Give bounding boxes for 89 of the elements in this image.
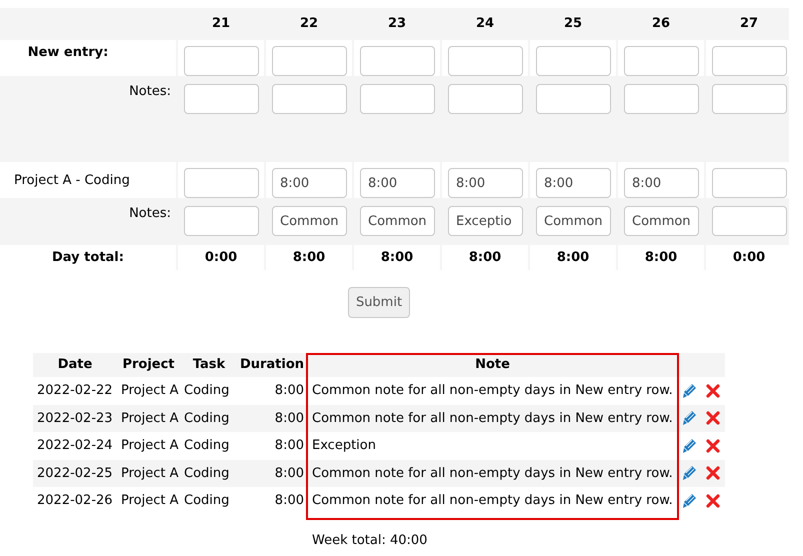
table-cell: 8:00	[274, 438, 304, 454]
table-cell: Common note for all non-empty days in New entry row.	[312, 466, 673, 481]
hours-field[interactable]	[712, 46, 787, 76]
table-cell: Coding	[184, 383, 230, 398]
week-total: Week total: 40:00	[312, 532, 428, 548]
notes-field[interactable]	[184, 84, 259, 114]
notes-field[interactable]	[184, 206, 259, 236]
table-cell: Coding	[184, 466, 230, 481]
notes-label: Notes:	[129, 84, 171, 99]
day-header: 26	[650, 15, 672, 33]
notes-field[interactable]: Common	[272, 206, 347, 236]
column-header: Note	[475, 357, 510, 372]
hours-field[interactable]	[536, 46, 611, 76]
day-header: 23	[386, 15, 408, 33]
notes-label: Notes:	[129, 206, 171, 221]
notes-field[interactable]: Common	[536, 206, 611, 236]
hours-field[interactable]: 8:00	[360, 168, 435, 198]
table-cell: Common note for all non-empty days in New entry row.	[312, 410, 673, 426]
hours-field[interactable]: 8:00	[624, 168, 699, 198]
hours-field[interactable]	[624, 46, 699, 76]
table-cell: Common note for all non-empty days in New entry row.	[312, 493, 673, 508]
notes-field[interactable]	[712, 206, 787, 236]
hours-field[interactable]	[360, 46, 435, 76]
table-cell: 2022-02-25	[37, 466, 113, 481]
table-cell: Coding	[184, 493, 230, 508]
day-header: 21	[210, 15, 232, 33]
notes-field[interactable]	[624, 84, 699, 114]
table-cell: 2022-02-23	[37, 410, 113, 426]
table-cell: Coding	[184, 410, 230, 426]
table-cell: 8:00	[274, 466, 304, 481]
notes-field[interactable]	[360, 84, 435, 114]
notes-field[interactable]	[272, 84, 347, 114]
pencil-icon[interactable]	[682, 382, 696, 399]
day-total: 8:00	[442, 245, 528, 270]
table-cell: 8:00	[274, 410, 304, 426]
notes-field[interactable]	[536, 84, 611, 114]
day-total: 8:00	[618, 245, 704, 270]
notes-field[interactable]: Common	[624, 206, 699, 236]
column-header: Duration	[240, 357, 304, 372]
delete-icon[interactable]	[706, 438, 720, 453]
column-header: Project	[122, 357, 175, 372]
column-header: Date	[58, 357, 92, 372]
day-header: 24	[474, 15, 496, 33]
table-cell: Project A	[121, 410, 179, 426]
hours-field[interactable]	[448, 46, 523, 76]
notes-field[interactable]	[448, 84, 523, 114]
day-total: 0:00	[706, 245, 792, 270]
table-cell: Common note for all non-empty days in New entry row.	[312, 383, 673, 398]
delete-icon[interactable]	[706, 411, 720, 426]
delete-icon[interactable]	[706, 494, 720, 508]
pencil-icon[interactable]	[682, 438, 696, 454]
notes-field[interactable]	[712, 84, 787, 114]
hours-field[interactable]: 8:00	[536, 168, 611, 198]
table-cell: Coding	[184, 438, 230, 454]
hours-field[interactable]: 8:00	[272, 168, 347, 198]
table-cell: 8:00	[274, 493, 304, 508]
day-total: 0:00	[178, 245, 264, 270]
hours-field[interactable]: 8:00	[448, 168, 523, 198]
day-total: 8:00	[266, 245, 352, 270]
pencil-icon[interactable]	[682, 465, 696, 482]
hours-field[interactable]	[272, 46, 347, 76]
hours-field[interactable]	[184, 168, 259, 198]
day-header: 27	[738, 15, 760, 33]
delete-icon[interactable]	[706, 466, 720, 480]
submit-button[interactable]: Submit	[348, 287, 410, 318]
day-total: 8:00	[530, 245, 616, 270]
table-cell: Project A	[121, 383, 179, 398]
table-cell: Project A	[121, 438, 179, 454]
hours-field[interactable]	[712, 168, 787, 198]
table-cell: 2022-02-24	[37, 438, 113, 454]
table-cell: Project A	[121, 466, 179, 481]
pencil-icon[interactable]	[682, 410, 696, 426]
day-total: 8:00	[354, 245, 440, 270]
row-label: New entry:	[28, 44, 110, 60]
table-cell: Exception	[312, 438, 376, 454]
column-header: Task	[192, 357, 226, 372]
row-label: Project A - Coding	[14, 172, 130, 188]
delete-icon[interactable]	[706, 384, 720, 398]
day-header: 22	[298, 15, 320, 33]
pencil-icon[interactable]	[682, 492, 696, 509]
table-cell: 2022-02-26	[37, 493, 113, 508]
table-cell: 2022-02-22	[37, 383, 113, 398]
hours-field[interactable]	[184, 46, 259, 76]
row-label: Day total:	[52, 249, 124, 265]
day-header: 25	[562, 15, 584, 33]
table-cell: Project A	[121, 493, 179, 508]
notes-field[interactable]: Common	[360, 206, 435, 236]
notes-field[interactable]: Exceptio	[448, 206, 523, 236]
table-cell: 8:00	[274, 383, 304, 398]
